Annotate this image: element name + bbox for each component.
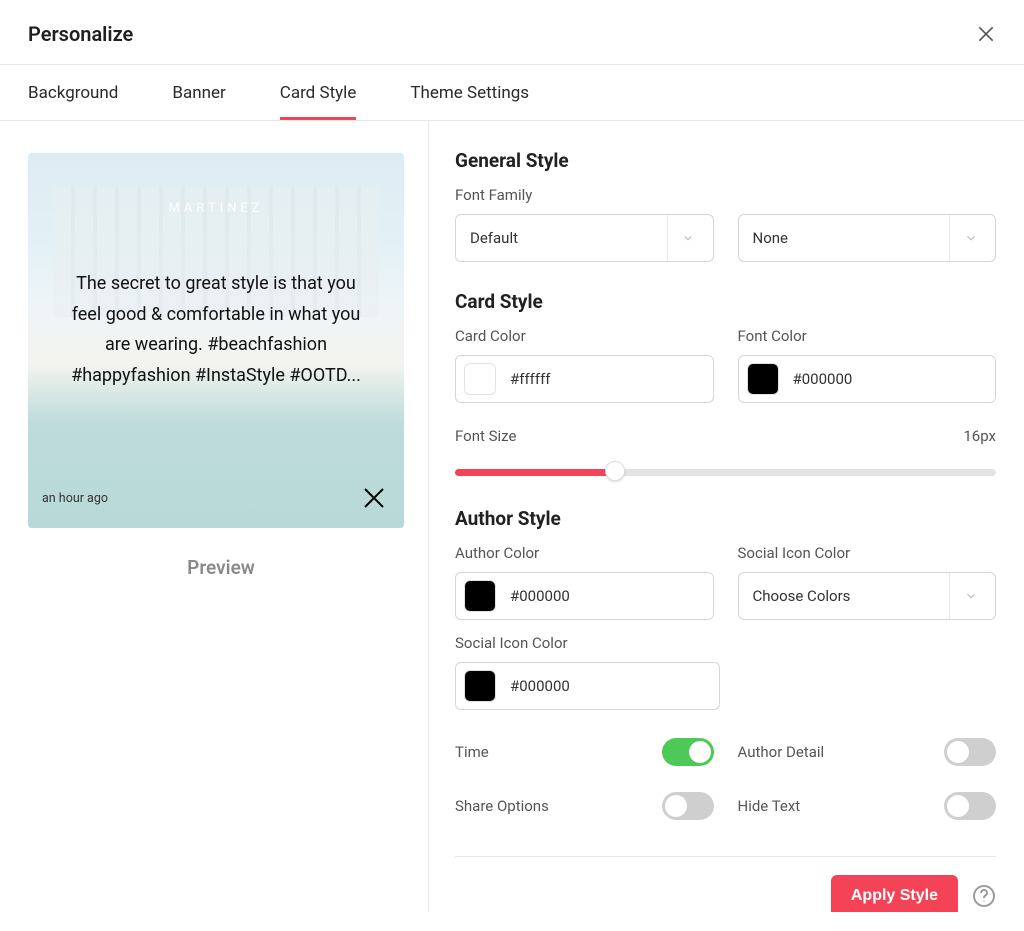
tab-background[interactable]: Background [28, 65, 118, 120]
apply-style-button[interactable]: Apply Style [831, 875, 958, 912]
close-icon[interactable] [976, 24, 996, 44]
preview-time: an hour ago [42, 491, 108, 506]
value-card-color: #ffffff [510, 370, 551, 388]
value-font-size: 16px [963, 427, 996, 445]
select-font-family-variant-value: None [753, 229, 789, 247]
swatch-font-color [747, 363, 779, 395]
page-title: Personalize [28, 22, 133, 46]
label-toggle-share-options: Share Options [455, 797, 549, 815]
tab-banner[interactable]: Banner [172, 65, 225, 120]
chevron-down-icon [681, 231, 695, 245]
label-font-color: Font Color [738, 327, 997, 345]
select-social-icon-value: Choose Colors [753, 587, 851, 605]
label-social-icon-select: Social Icon Color [738, 544, 997, 562]
preview-label: Preview [28, 556, 414, 579]
x-social-icon [362, 486, 386, 510]
swatch-author-color [464, 580, 496, 612]
input-card-color[interactable]: #ffffff [455, 355, 714, 403]
preview-card: MARTINEZ The secret to great style is th… [28, 153, 404, 528]
tab-card-style[interactable]: Card Style [280, 65, 357, 120]
swatch-card-color [464, 363, 496, 395]
label-social-icon-color: Social Icon Color [455, 634, 720, 652]
chevron-down-icon [964, 231, 978, 245]
label-toggle-time: Time [455, 743, 489, 761]
chevron-down-icon [964, 589, 978, 603]
label-author-color: Author Color [455, 544, 714, 562]
input-author-color[interactable]: #000000 [455, 572, 714, 620]
label-font-size: Font Size [455, 427, 516, 445]
label-toggle-hide-text: Hide Text [738, 797, 801, 815]
toggle-time[interactable] [662, 738, 714, 766]
slider-font-size[interactable] [455, 463, 996, 479]
swatch-social-icon-color [464, 670, 496, 702]
help-icon[interactable] [972, 884, 996, 908]
select-social-icon-color[interactable]: Choose Colors [738, 572, 997, 620]
preview-banner-text: MARTINEZ [28, 201, 404, 216]
value-author-color: #000000 [510, 587, 570, 605]
select-font-family[interactable]: Default [455, 214, 714, 262]
label-card-color: Card Color [455, 327, 714, 345]
label-toggle-author-detail: Author Detail [738, 743, 825, 761]
section-author-style: Author Style [455, 507, 996, 530]
value-font-color: #000000 [793, 370, 853, 388]
toggle-author-detail[interactable] [944, 738, 996, 766]
input-social-icon-color[interactable]: #000000 [455, 662, 720, 710]
label-font-family: Font Family [455, 186, 996, 204]
input-font-color[interactable]: #000000 [738, 355, 997, 403]
section-card-style: Card Style [455, 290, 996, 313]
section-general-style: General Style [455, 149, 996, 172]
value-social-icon-color: #000000 [510, 677, 570, 695]
select-font-family-variant[interactable]: None [738, 214, 997, 262]
toggle-hide-text[interactable] [944, 792, 996, 820]
select-font-family-value: Default [470, 229, 518, 247]
tabs: Background Banner Card Style Theme Setti… [0, 65, 1024, 121]
slider-thumb[interactable] [605, 461, 625, 481]
tab-theme-settings[interactable]: Theme Settings [410, 65, 529, 120]
toggle-share-options[interactable] [662, 792, 714, 820]
preview-text: The secret to great style is that you fe… [28, 269, 404, 391]
